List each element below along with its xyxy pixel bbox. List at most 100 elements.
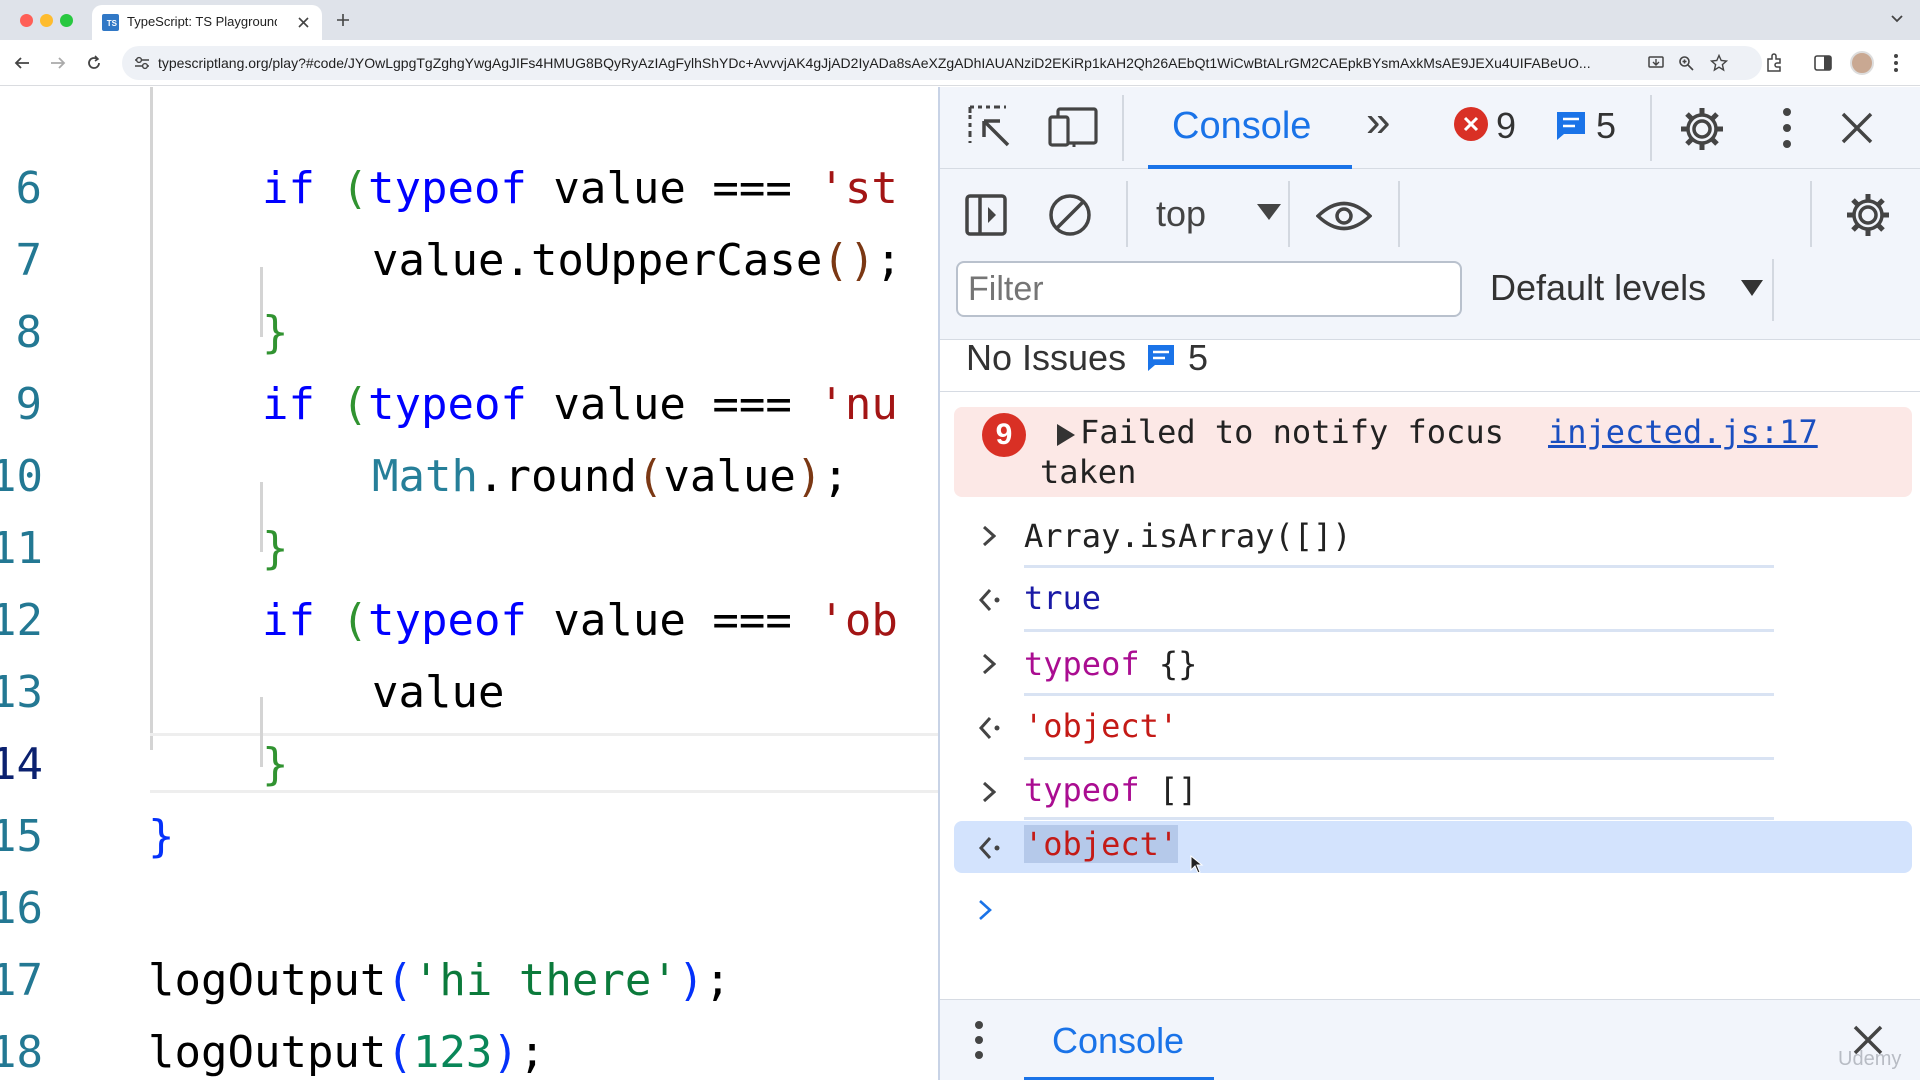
- profile-avatar[interactable]: [1850, 51, 1874, 75]
- line-number: 16: [0, 883, 43, 934]
- console-input-entry[interactable]: typeof {}: [940, 633, 1920, 693]
- address-bar[interactable]: typescriptlang.org/play?#code/JYOwLgpgTg…: [122, 46, 1762, 80]
- zoom-icon[interactable]: [1678, 55, 1694, 71]
- line-number: 13: [0, 667, 43, 718]
- console-settings-gear-icon[interactable]: [1844, 191, 1892, 239]
- close-devtools-icon[interactable]: [1840, 111, 1874, 145]
- console-prompt-icon[interactable]: [978, 899, 992, 921]
- context-selector[interactable]: top: [1156, 193, 1281, 237]
- console-output-entry[interactable]: true: [940, 569, 1920, 629]
- close-tab-icon[interactable]: [297, 16, 310, 29]
- console-input-text: typeof {}: [1024, 645, 1198, 683]
- code-line: logOutput('hi there');: [148, 955, 731, 1006]
- output-arrow-icon: [978, 588, 1000, 612]
- console-filter-input[interactable]: [956, 261, 1462, 317]
- divider: [1650, 95, 1652, 161]
- console-output-entry[interactable]: 'object': [940, 697, 1920, 757]
- drawer-more-options-icon[interactable]: [974, 1020, 984, 1060]
- browser-menu-icon[interactable]: [1893, 53, 1899, 73]
- divider: [1772, 259, 1774, 321]
- log-levels-label: Default levels: [1490, 267, 1707, 308]
- console-input-entry[interactable]: Array.isArray([]): [940, 505, 1920, 565]
- close-window-button[interactable]: [20, 14, 33, 27]
- extensions-icon[interactable]: [1764, 53, 1784, 73]
- console-input-entry[interactable]: typeof []: [940, 761, 1920, 821]
- reload-icon[interactable]: [86, 55, 102, 71]
- url-text: typescriptlang.org/play?#code/JYOwLgpgTg…: [158, 55, 1591, 71]
- console-input-text: Array.isArray([]): [1024, 517, 1352, 555]
- issues-message-icon[interactable]: [1146, 343, 1176, 373]
- tab-search-chevron-icon[interactable]: [1890, 14, 1904, 24]
- divider: [1122, 95, 1124, 161]
- entry-separator: [1024, 817, 1774, 820]
- line-number: 17: [0, 955, 43, 1006]
- error-count[interactable]: 9: [1496, 105, 1516, 147]
- input-chevron-icon: [982, 781, 996, 803]
- code-line: Math.round(value);: [372, 451, 849, 502]
- bookmark-star-icon[interactable]: [1710, 54, 1728, 72]
- console-output-text: 'object': [1024, 707, 1179, 745]
- error-icon[interactable]: [1454, 107, 1488, 141]
- issues-count[interactable]: 5: [1188, 337, 1208, 379]
- code-line: if (typeof value === 'ob: [262, 595, 898, 646]
- issues-label: No Issues: [966, 337, 1127, 378]
- divider: [1398, 181, 1400, 247]
- console-input-text: typeof []: [1024, 771, 1198, 809]
- error-source-link[interactable]: injected.js:17: [1548, 413, 1818, 451]
- output-arrow-icon: [978, 836, 1000, 860]
- code-editor[interactable]: 6 7 8 9 10 11 12 13 14 15 16 17 18 if (t…: [0, 87, 938, 1080]
- line-number: 15: [0, 811, 43, 862]
- code-line: }: [262, 523, 289, 574]
- new-tab-icon[interactable]: [336, 13, 350, 27]
- browser-toolbar: typescriptlang.org/play?#code/JYOwLgpgTg…: [0, 40, 1920, 86]
- message-count[interactable]: 5: [1596, 105, 1616, 147]
- entry-separator: [1024, 757, 1774, 760]
- devtools-more-options-icon[interactable]: [1782, 107, 1792, 149]
- more-tabs-button[interactable]: »: [1366, 97, 1390, 147]
- mouse-cursor-icon: [1190, 855, 1204, 874]
- line-number: 18: [0, 1027, 43, 1078]
- install-app-icon[interactable]: [1648, 55, 1664, 71]
- inspect-element-icon[interactable]: [966, 103, 1012, 149]
- code-line: if (typeof value === 'nu: [262, 379, 898, 430]
- tab-title: TypeScript: TS Playground - /: [127, 14, 277, 29]
- minimize-window-button[interactable]: [40, 14, 53, 27]
- devtools-settings-gear-icon[interactable]: [1678, 105, 1726, 153]
- input-chevron-icon: [982, 525, 996, 547]
- divider: [1126, 181, 1128, 247]
- entry-separator: [1024, 565, 1774, 568]
- clear-console-icon[interactable]: [1048, 193, 1092, 237]
- divider: [940, 391, 1920, 392]
- maximize-window-button[interactable]: [60, 14, 73, 27]
- site-settings-icon[interactable]: [134, 56, 150, 70]
- expand-triangle-icon[interactable]: [1056, 423, 1076, 447]
- entry-separator: [1024, 693, 1774, 696]
- code-line: value: [372, 667, 505, 718]
- console-prompt-input[interactable]: [1010, 887, 1890, 937]
- device-toolbar-icon[interactable]: [1048, 107, 1098, 147]
- back-arrow-icon[interactable]: [14, 55, 30, 71]
- console-output-entry-selected[interactable]: 'object': [954, 821, 1912, 874]
- drawer-tab-console[interactable]: Console: [1024, 1000, 1214, 1080]
- messages-icon[interactable]: [1554, 109, 1588, 143]
- console-output-text: 'object': [1024, 825, 1179, 863]
- entry-separator: [1024, 629, 1774, 632]
- console-error-entry[interactable]: 9 Failed to notify focus taken injected.…: [954, 407, 1912, 497]
- browser-tab-strip: TS TypeScript: TS Playground - /: [0, 0, 1920, 40]
- forward-arrow-icon[interactable]: [50, 55, 66, 71]
- live-expression-eye-icon[interactable]: [1316, 199, 1372, 233]
- side-panel-icon[interactable]: [1814, 54, 1832, 72]
- indent-guide: [150, 87, 153, 750]
- error-repeat-badge: 9: [982, 413, 1026, 457]
- line-number: 7: [15, 235, 43, 286]
- console-output-text: true: [1024, 579, 1102, 617]
- drawer-tab-label: Console: [1052, 1020, 1185, 1061]
- code-line: if (typeof value === 'st: [262, 163, 898, 214]
- browser-tab[interactable]: TS TypeScript: TS Playground - /: [92, 5, 322, 40]
- context-label: top: [1156, 193, 1207, 234]
- show-sidebar-icon[interactable]: [964, 193, 1008, 237]
- log-levels-dropdown[interactable]: Default levels: [1490, 267, 1763, 311]
- divider: [1288, 181, 1290, 247]
- tab-console[interactable]: Console: [1148, 87, 1352, 169]
- divider: [1810, 181, 1812, 247]
